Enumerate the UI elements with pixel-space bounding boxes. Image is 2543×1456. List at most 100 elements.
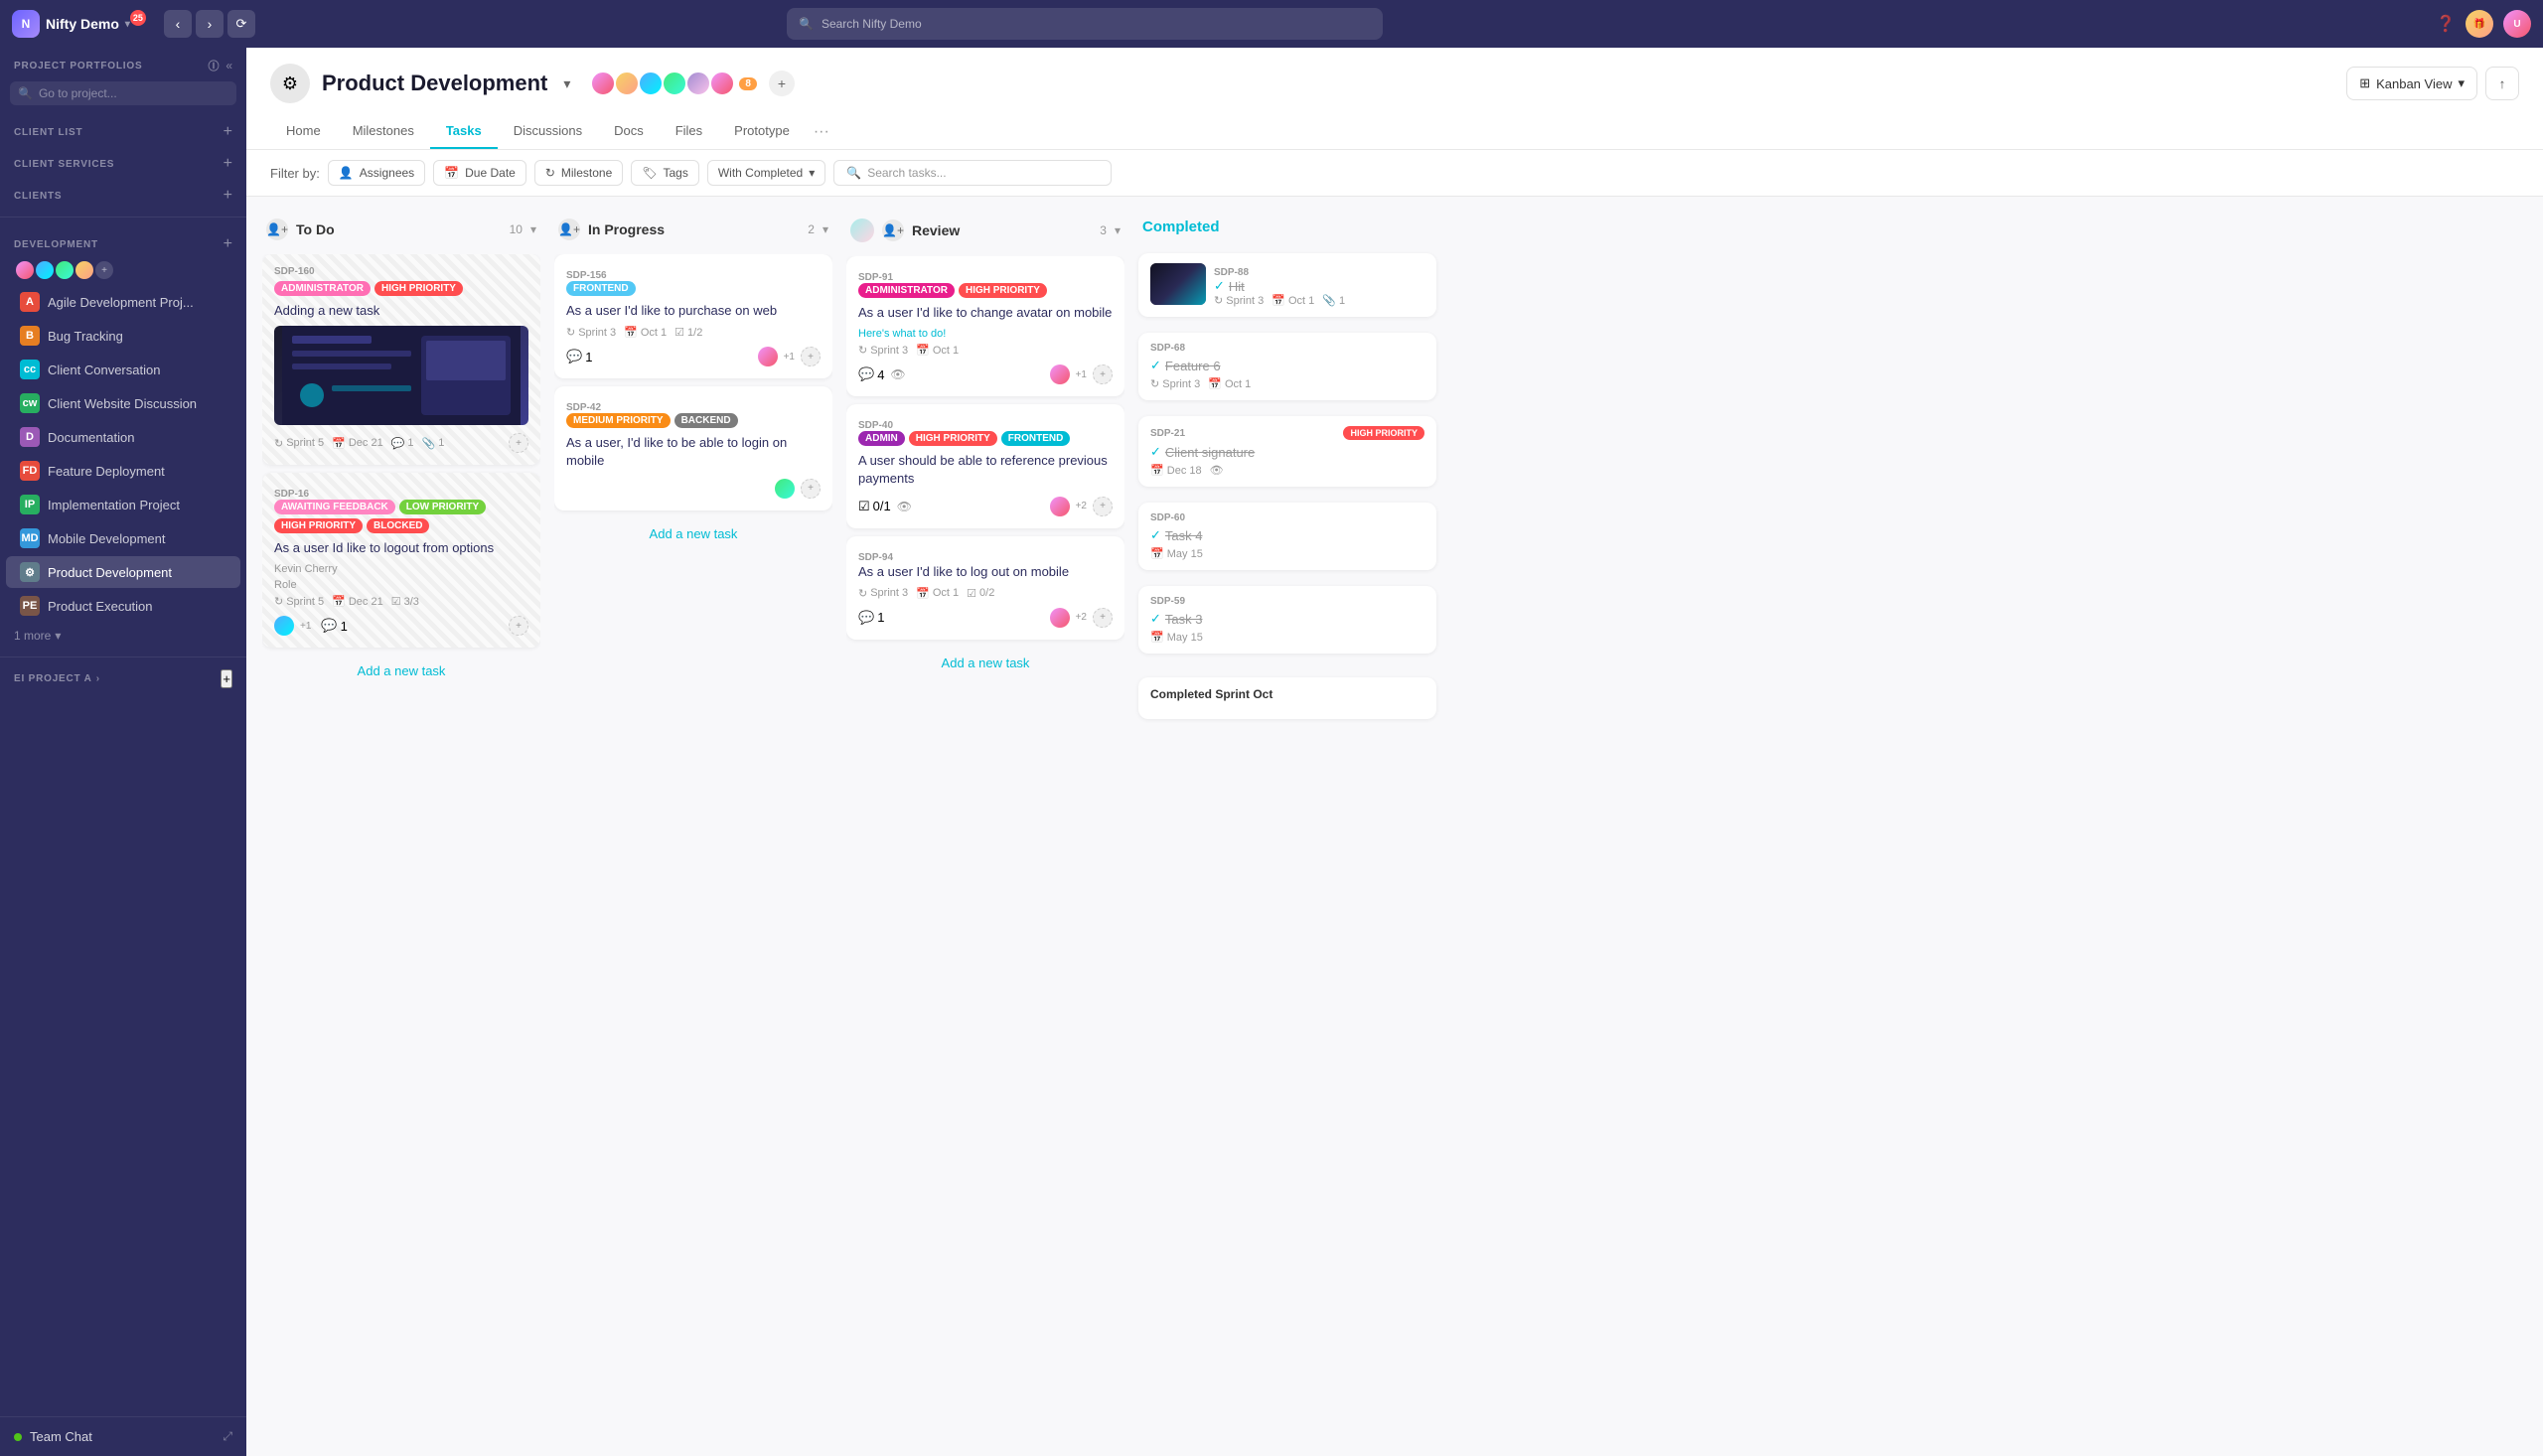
with-completed-button[interactable]: With Completed ▾ — [707, 160, 825, 186]
milestone-filter-button[interactable]: ↻ Milestone — [534, 160, 623, 186]
forward-button[interactable]: › — [196, 10, 224, 38]
completed-card-sdp-21[interactable]: SDP-21 HIGH PRIORITY ✓ Client signature … — [1138, 416, 1436, 487]
team-avatar-1 — [14, 259, 36, 281]
tags-filter-button[interactable]: 🏷 Tags — [631, 160, 699, 186]
todo-add-person-button[interactable]: 👤+ — [266, 218, 288, 240]
ei-add-button[interactable]: + — [221, 669, 232, 688]
tab-prototype[interactable]: Prototype — [718, 115, 806, 149]
tab-discussions[interactable]: Discussions — [498, 115, 598, 149]
sidebar-item-icon-mobile: MD — [20, 528, 40, 548]
review-add-task-button[interactable]: Add a new task — [846, 648, 1124, 678]
sprint-sdp-94: ↻ Sprint 3 — [858, 587, 908, 600]
check-icon-68: ✓ — [1150, 358, 1161, 373]
card-footer-sdp-42: + — [566, 479, 821, 499]
due-date-label: Due Date — [465, 166, 516, 180]
tab-milestones[interactable]: Milestones — [337, 115, 430, 149]
tab-files[interactable]: Files — [660, 115, 718, 149]
app-logo[interactable]: N Nifty Demo ▾ 25 — [12, 10, 146, 38]
assign-button-sdp-94[interactable]: + — [1093, 608, 1113, 628]
card-footer-sdp-16: +1 💬 1 + — [274, 616, 528, 636]
project-name-dropdown[interactable]: ▾ — [563, 75, 570, 92]
attachments-sdp-160: 📎 1 — [422, 437, 445, 450]
sidebar-client-services-header: CLIENT SERVICES + — [0, 145, 246, 177]
client-list-add-button[interactable]: + — [224, 123, 232, 141]
card-title-sdp-40: A user should be able to reference previ… — [858, 452, 1113, 488]
assign-button-sdp-16[interactable]: + — [509, 616, 528, 636]
clients-add-button[interactable]: + — [224, 187, 232, 205]
history-button[interactable]: ⟳ — [227, 10, 255, 38]
progress-collapse-button[interactable]: ▾ — [823, 222, 828, 236]
sidebar-search[interactable]: 🔍 Go to project... — [10, 81, 236, 105]
completed-meta-59: 📅 May 15 — [1150, 631, 1424, 644]
sidebar-collapse-button[interactable]: « — [225, 59, 232, 73]
global-search[interactable]: 🔍 Search Nifty Demo — [787, 8, 1383, 40]
development-add-button[interactable]: + — [224, 235, 232, 253]
member-avatar-4 — [662, 71, 687, 96]
team-chat[interactable]: Team Chat ⤢ — [0, 1416, 246, 1456]
card-sdp-42[interactable]: SDP-42 MEDIUM PRIORITY BACKEND As a user… — [554, 386, 832, 510]
profile-avatar[interactable]: U — [2503, 10, 2531, 38]
sidebar-item-client-conv[interactable]: cc Client Conversation — [6, 354, 240, 385]
completed-21-header: SDP-21 HIGH PRIORITY — [1150, 426, 1424, 440]
tab-home[interactable]: Home — [270, 115, 337, 149]
card-sdp-40[interactable]: SDP-40 ADMIN HIGH PRIORITY FRONTEND A us… — [846, 404, 1124, 527]
app-name: Nifty Demo — [46, 16, 119, 32]
completed-id-21: SDP-21 — [1150, 428, 1185, 439]
notification-badge[interactable]: 25 — [130, 10, 146, 26]
progress-add-person-button[interactable]: 👤+ — [558, 218, 580, 240]
due-date-filter-button[interactable]: 📅 Due Date — [433, 160, 526, 186]
completed-card-first[interactable]: SDP-88 ✓ Hit ↻ Sprint 3 📅 Oct 1 📎 1 — [1138, 253, 1436, 317]
assign-button-sdp-40[interactable]: + — [1093, 497, 1113, 516]
kanban-view-button[interactable]: ⊞ Kanban View ▾ — [2346, 67, 2477, 100]
tabs-more-button[interactable]: ··· — [806, 115, 837, 149]
sidebar-ei-section: EI PROJECT A › + — [0, 665, 246, 690]
card-sdp-94[interactable]: SDP-94 As a user I'd like to log out on … — [846, 536, 1124, 640]
export-button[interactable]: ↑ — [2485, 67, 2519, 100]
milestone-icon: ↻ — [545, 166, 555, 180]
card-sdp-91[interactable]: SDP-91 ADMINISTRATOR HIGH PRIORITY As a … — [846, 256, 1124, 396]
client-services-add-button[interactable]: + — [224, 155, 232, 173]
user-avatar[interactable]: 🎁 — [2466, 10, 2493, 38]
progress-add-task-button[interactable]: Add a new task — [554, 518, 832, 549]
member-avatar-2 — [614, 71, 640, 96]
review-add-person-button[interactable]: 👤+ — [882, 219, 904, 241]
back-button[interactable]: ‹ — [164, 10, 192, 38]
completed-card-sdp-59[interactable]: SDP-59 ✓ Task 3 📅 May 15 — [1138, 586, 1436, 654]
sidebar-more-toggle[interactable]: 1 more ▾ — [0, 623, 246, 649]
sidebar-item-product-dev[interactable]: ⚙ Product Development — [6, 556, 240, 588]
sidebar-item-feature[interactable]: FD Feature Deployment — [6, 455, 240, 487]
sidebar-item-client-web[interactable]: cw Client Website Discussion — [6, 387, 240, 419]
sidebar-search-icon: 🔍 — [18, 86, 33, 100]
assignees-filter-button[interactable]: 👤 Assignees — [328, 160, 425, 186]
sidebar-item-docs[interactable]: D Documentation — [6, 421, 240, 453]
assign-button-sdp-156[interactable]: + — [801, 347, 821, 366]
review-collapse-button[interactable]: ▾ — [1115, 223, 1121, 237]
sidebar-item-mobile[interactable]: MD Mobile Development — [6, 522, 240, 554]
card-sdp-16[interactable]: SDP-16 AWAITING FEEDBACK LOW PRIORITY HI… — [262, 473, 540, 648]
sidebar-item-product-exec[interactable]: PE Product Execution — [6, 590, 240, 622]
todo-add-task-button[interactable]: Add a new task — [262, 655, 540, 686]
card-sdp-160[interactable]: SDP-160 ADMINISTRATOR HIGH PRIORITY Addi… — [262, 254, 540, 465]
tab-docs[interactable]: Docs — [598, 115, 660, 149]
sprint-sdp-16: ↻ Sprint 5 — [274, 595, 324, 608]
tab-tasks[interactable]: Tasks — [430, 115, 498, 149]
completed-title-row-68: ✓ Feature 6 — [1150, 358, 1424, 373]
sprint-sdp-160: ↻ Sprint 5 — [274, 437, 324, 450]
sidebar-item-agile[interactable]: A Agile Development Proj... — [6, 286, 240, 318]
assign-button-sdp-42[interactable]: + — [801, 479, 821, 499]
todo-collapse-button[interactable]: ▾ — [530, 222, 536, 236]
completed-card-sdp-60[interactable]: SDP-60 ✓ Task 4 📅 May 15 — [1138, 503, 1436, 570]
team-avatar-add[interactable]: + — [93, 259, 115, 281]
kanban-chevron-icon: ▾ — [2458, 75, 2465, 91]
help-icon[interactable]: ❓ — [2436, 14, 2456, 34]
sidebar-item-bug[interactable]: B Bug Tracking — [6, 320, 240, 352]
assign-button-sdp-91[interactable]: + — [1093, 364, 1113, 384]
sidebar-item-label-impl: Implementation Project — [48, 498, 180, 512]
add-member-button[interactable]: + — [769, 71, 795, 96]
completed-card-sdp-68[interactable]: SDP-68 ✓ Feature 6 ↻ Sprint 3 📅 Oct 1 — [1138, 333, 1436, 400]
card-sdp-156[interactable]: SDP-156 FRONTEND As a user I'd like to p… — [554, 254, 832, 378]
project-header: ⚙ Product Development ▾ 8 + ⊞ Kanban V — [246, 48, 2543, 150]
sidebar-item-impl[interactable]: IP Implementation Project — [6, 489, 240, 520]
assign-button-sdp-160[interactable]: + — [509, 433, 528, 453]
search-tasks-input[interactable]: 🔍 Search tasks... — [833, 160, 1112, 186]
